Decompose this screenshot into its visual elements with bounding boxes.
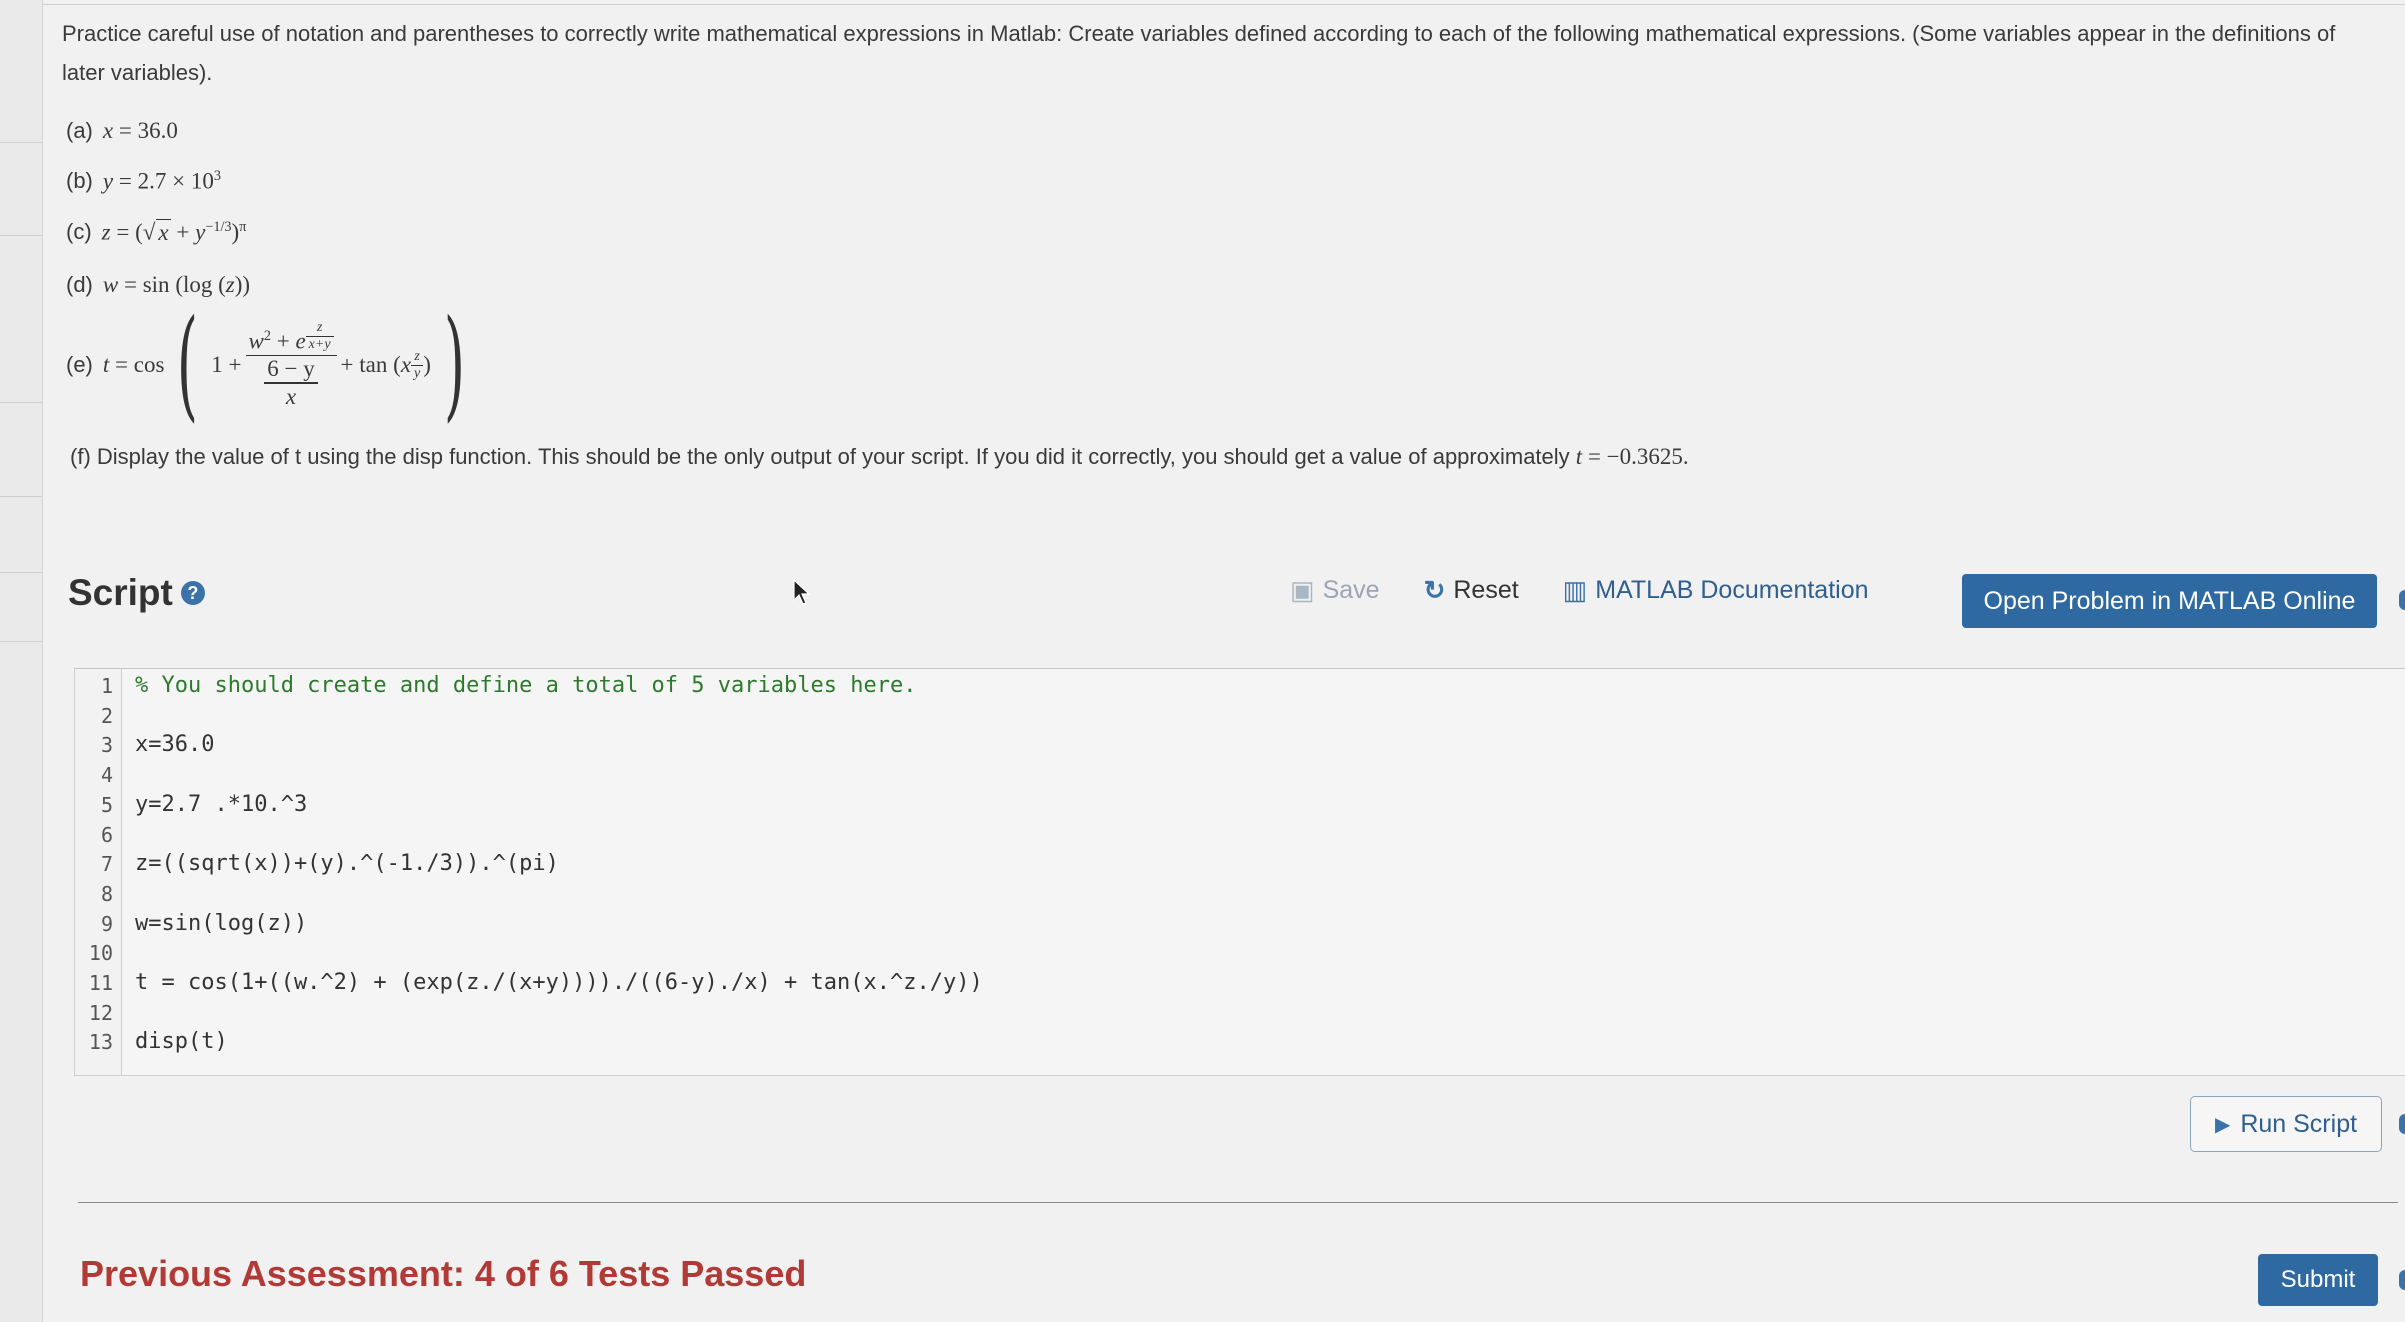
save-icon: ▣ [1290,575,1315,605]
line-number: 1 [100,674,113,698]
rail-divider [0,496,42,497]
matlab-documentation-link[interactable]: ▥ MATLAB Documentation [1563,575,1869,606]
previous-assessment-status: Previous Assessment: 4 of 6 Tests Passed [80,1253,807,1294]
line-number: 11 [88,971,113,995]
math-e: t = cos ( 1 + w2 + e z x+y 6 − yx + tan (x… [102,295,465,434]
left-rail [0,0,43,1322]
script-toolbar: ▣ Save ↻ Reset ▥ MATLAB Documentation [1290,575,1913,606]
expression-a: (a) x = 36.0 [66,118,178,144]
label-e: (e) [66,352,93,377]
mouse-cursor-icon [793,578,811,605]
expression-e: (e) t = cos ( 1 + w2 + e z x+y 6 − yx + ta… [66,295,478,434]
line-number: 13 [88,1030,113,1055]
code-line[interactable]: x=36.0 [135,732,214,757]
expression-b: (b) y = 2.7 × 103 [66,168,221,195]
line-number: 5 [100,792,113,817]
reset-icon: ↻ [1423,575,1446,605]
edge-indicator [2399,1270,2405,1290]
label-c: (c) [66,219,92,245]
label-d: (d) [66,272,93,297]
reset-button[interactable]: ↻ Reset [1424,575,1519,606]
big-right-paren: ) [443,295,465,434]
script-title: Script ? [68,572,205,614]
code-line[interactable]: t = cos(1+((w.^2) + (exp(z./(x+y))))./((… [135,970,983,995]
code-line[interactable]: w=sin(log(z)) [135,911,307,936]
math-a: x = 36.0 [102,118,178,143]
main-fraction: w2 + e z x+y 6 − yx [245,320,337,409]
run-script-button[interactable]: ▶ Run Script [2190,1096,2382,1152]
line-number: 8 [100,881,113,906]
code-editor[interactable]: 1 2 3 4 5 6 7 8 9 10 11 12 13 % You should create an… [74,668,2405,1076]
code-line[interactable]: % You should create and define a total o… [135,673,916,698]
code-line[interactable]: z=((sqrt(x))+(y).^(-1./3)).^(pi) [135,851,559,876]
part-f: (f) Display the value of t using the dis… [70,444,1689,469]
line-number: 9 [100,911,113,936]
section-divider [78,1202,2398,1203]
book-icon: ▥ [1562,575,1588,605]
label-b: (b) [66,168,93,194]
help-icon[interactable]: ? [180,581,205,605]
top-rule [42,4,2405,5]
code-line[interactable]: y=2.7 .*10.^3 [135,792,307,817]
line-number: 4 [100,763,113,788]
line-number: 7 [100,852,113,877]
expression-d: (d) w = sin (log (z)) [66,272,250,298]
math-b: y = 2.7 × 103 [102,168,221,194]
expression-c: (c) z = (√ x + y−1/3)π [66,218,247,246]
edge-indicator [2399,1114,2405,1134]
rail-divider [0,142,42,143]
problem-content: Practice careful use of notation and par… [62,14,2362,613]
line-number: 10 [88,941,113,966]
rail-divider [0,572,42,573]
line-number: 2 [100,703,113,728]
problem-intro: Practice careful use of notation and par… [62,21,2336,85]
line-number: 12 [88,1000,113,1025]
edge-indicator [2399,590,2405,610]
line-number-gutter: 1 2 3 4 5 6 7 8 9 10 11 12 13 [75,669,122,1075]
big-left-paren: ( [177,295,199,434]
play-icon: ▶ [2214,1113,2231,1136]
math-c: z = (√ x + y−1/3)π [101,218,247,245]
open-in-matlab-online-button[interactable]: Open Problem in MATLAB Online [1962,574,2377,628]
line-number: 3 [100,733,113,758]
submit-button[interactable]: Submit [2258,1254,2378,1306]
rail-divider [0,641,42,642]
save-button[interactable]: ▣ Save [1290,575,1380,606]
code-line[interactable]: disp(t) [135,1029,228,1054]
line-number: 6 [100,822,113,847]
rail-divider [0,402,42,403]
rail-divider [0,235,42,236]
label-a: (a) [66,118,93,143]
